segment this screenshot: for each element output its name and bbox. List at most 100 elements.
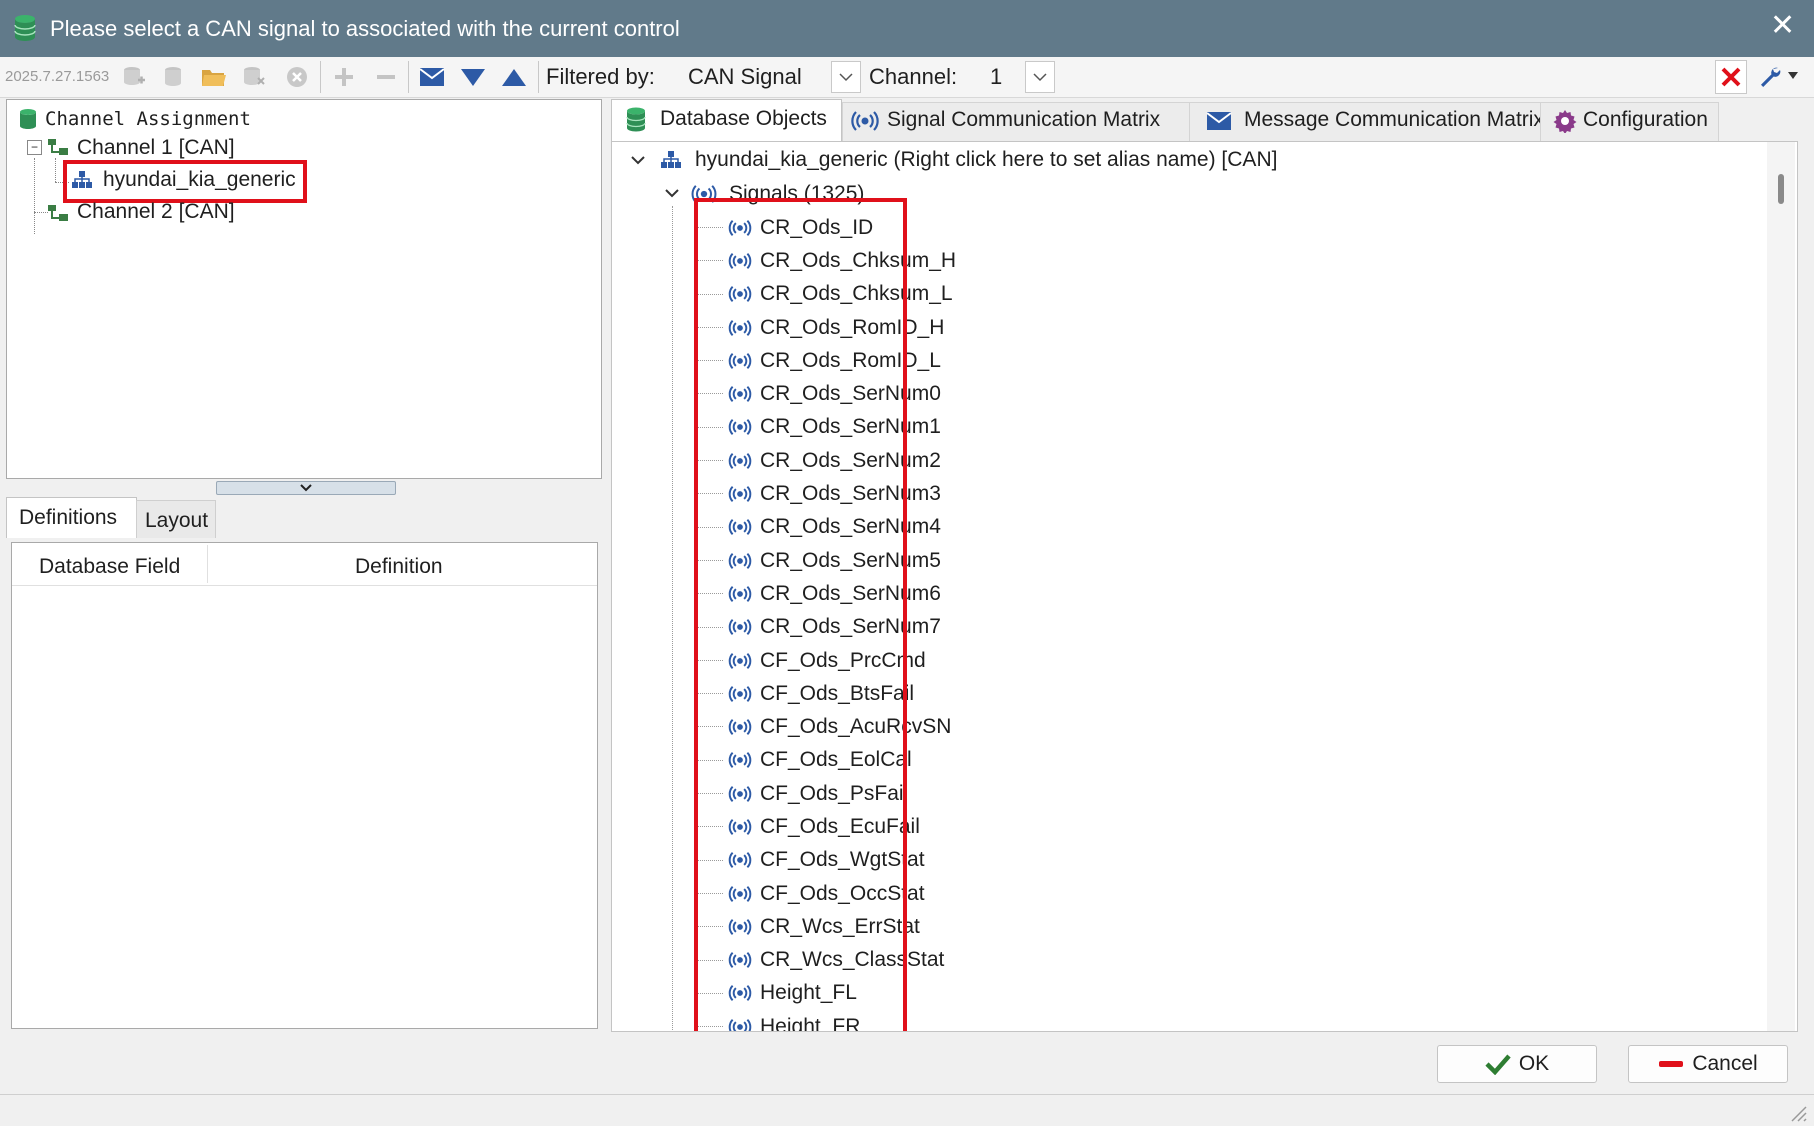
signal-row[interactable]: Height_FR (695, 1010, 1028, 1031)
tab-configuration[interactable]: Configuration (1540, 102, 1719, 142)
plus-icon[interactable] (330, 63, 358, 91)
signal-icon (728, 785, 752, 803)
database-icon (626, 107, 646, 138)
tab-configuration-label: Configuration (1583, 108, 1708, 131)
signal-row[interactable]: CR_Ods_SerNum5 (695, 544, 1028, 577)
database-icon[interactable] (160, 63, 188, 91)
right-tab-bar: Database Objects Signal Communication Ma… (611, 99, 1796, 142)
signal-row[interactable]: CR_Ods_SerNum4 (695, 511, 1028, 544)
tree-signals-group[interactable]: Signals (1325) (729, 182, 864, 206)
signal-label: CR_Ods_SerNum3 (760, 482, 941, 506)
signal-row[interactable]: CR_Wcs_ClassStat (695, 944, 1028, 977)
tree-connector (695, 559, 723, 561)
collapse-toggle[interactable]: − (27, 140, 42, 155)
tab-database-objects[interactable]: Database Objects (611, 99, 842, 142)
tree-channel-1[interactable]: Channel 1 [CAN] (77, 136, 235, 160)
tab-message-communication-matrix[interactable]: Message Communication Matrix (1189, 102, 1544, 142)
close-window-button[interactable]: ✕ (1770, 10, 1795, 42)
signal-row[interactable]: CR_Ods_SerNum3 (695, 477, 1028, 510)
tree-root-database[interactable]: hyundai_kia_generic (Right click here to… (695, 148, 1277, 172)
checkmark-icon (1485, 1054, 1511, 1075)
signal-row[interactable]: CF_Ods_EolCal (695, 744, 1028, 777)
signal-icon (728, 885, 752, 903)
signal-icon (728, 585, 752, 603)
signal-icon (728, 918, 752, 936)
signal-row[interactable]: CR_Ods_ID (695, 211, 1028, 244)
signal-row[interactable]: CR_Ods_RomID_H (695, 311, 1028, 344)
chevron-down-icon[interactable] (630, 154, 646, 172)
signal-row[interactable]: CR_Ods_RomID_L (695, 344, 1028, 377)
move-up-icon[interactable] (500, 63, 528, 91)
signal-label: CR_Ods_ID (760, 215, 874, 239)
tab-layout[interactable]: Layout (136, 500, 216, 538)
signal-label: CF_Ods_PrcCmd (760, 648, 926, 672)
vertical-scrollbar[interactable] (1767, 142, 1795, 1031)
signal-row[interactable]: CF_Ods_PsFail (695, 777, 1028, 810)
filter-dropdown-button[interactable] (831, 61, 861, 93)
cancel-button-label: Cancel (1692, 1052, 1758, 1075)
column-header-database-field[interactable]: Database Field (39, 555, 180, 579)
tree-channel-2[interactable]: Channel 2 [CAN] (77, 200, 235, 224)
signal-row[interactable]: CR_Ods_Chksum_H (695, 244, 1028, 277)
channel-dropdown-button[interactable] (1025, 61, 1055, 93)
version-label: 2025.7.27.1563 (5, 68, 110, 85)
minus-icon (1659, 1061, 1684, 1067)
signal-row[interactable]: CF_Ods_AcuRcvSN (695, 710, 1028, 743)
signal-label: CR_Wcs_ErrStat (760, 914, 920, 938)
signal-row[interactable]: CF_Ods_OccStat (695, 877, 1028, 910)
tree-connector (695, 260, 723, 262)
signal-row[interactable]: CR_Ods_SerNum0 (695, 377, 1028, 410)
signal-row[interactable]: CR_Ods_SerNum7 (695, 611, 1028, 644)
cancel-button[interactable]: Cancel (1628, 1045, 1788, 1083)
signal-label: CF_Ods_WgtStat (760, 848, 925, 872)
chevron-down-icon[interactable] (664, 187, 680, 205)
tree-database-hyundai-kia-generic[interactable]: hyundai_kia_generic (103, 168, 296, 192)
signal-row[interactable]: CR_Ods_Chksum_L (695, 278, 1028, 311)
settings-menu-button[interactable] (1758, 64, 1798, 88)
tab-signal-communication-matrix[interactable]: Signal Communication Matrix (842, 102, 1190, 142)
message-envelope-icon[interactable] (418, 63, 446, 91)
signal-row[interactable]: CF_Ods_WgtStat (695, 844, 1028, 877)
channel-icon (47, 138, 69, 161)
tree-connector (695, 593, 723, 595)
signal-label: CR_Ods_RomID_L (760, 348, 941, 372)
tree-connector (695, 426, 723, 428)
signal-icon (728, 485, 752, 503)
signal-row[interactable]: CR_Ods_SerNum6 (695, 577, 1028, 610)
signal-icon (728, 452, 752, 470)
signal-label: CR_Ods_SerNum4 (760, 515, 941, 539)
splitter-handle[interactable] (216, 481, 396, 495)
resize-grip-icon[interactable] (1788, 1103, 1808, 1123)
column-header-definition[interactable]: Definition (355, 555, 443, 579)
signal-row[interactable]: CR_Ods_SerNum2 (695, 444, 1028, 477)
signal-icon (851, 110, 879, 137)
filter-select-value[interactable]: CAN Signal (688, 64, 802, 90)
signal-row[interactable]: CF_Ods_EcuFail (695, 810, 1028, 843)
tree-connector (34, 212, 48, 213)
signal-row[interactable]: CF_Ods_BtsFail (695, 677, 1028, 710)
signal-icon (728, 418, 752, 436)
clear-filter-button[interactable] (1715, 60, 1747, 94)
tree-connector (695, 959, 723, 961)
signal-icon (728, 818, 752, 836)
move-down-icon[interactable] (459, 63, 487, 91)
tab-definitions[interactable]: Definitions (6, 497, 137, 538)
signal-label: CR_Ods_Chksum_L (760, 282, 953, 306)
signal-row[interactable]: CF_Ods_PrcCmd (695, 644, 1028, 677)
signal-label: CR_Ods_SerNum2 (760, 448, 941, 472)
toolbar: 2025.7.27.1563 Filtered by: CAN Signal C… (0, 57, 1814, 98)
tab-layout-label: Layout (145, 509, 209, 532)
cancel-circle-icon[interactable] (283, 63, 311, 91)
signal-row[interactable]: Height_FL (695, 977, 1028, 1010)
open-folder-icon[interactable] (200, 63, 228, 91)
ok-button[interactable]: OK (1437, 1045, 1597, 1083)
remove-database-icon[interactable] (240, 63, 268, 91)
signal-row[interactable]: CR_Wcs_ErrStat (695, 910, 1028, 943)
signal-icon (728, 552, 752, 570)
status-bar (0, 1094, 1814, 1126)
scrollbar-thumb[interactable] (1778, 174, 1784, 204)
add-database-icon[interactable] (120, 63, 148, 91)
minus-icon[interactable] (372, 63, 400, 91)
signal-row[interactable]: CR_Ods_SerNum1 (695, 411, 1028, 444)
channel-select-value[interactable]: 1 (990, 64, 1002, 90)
